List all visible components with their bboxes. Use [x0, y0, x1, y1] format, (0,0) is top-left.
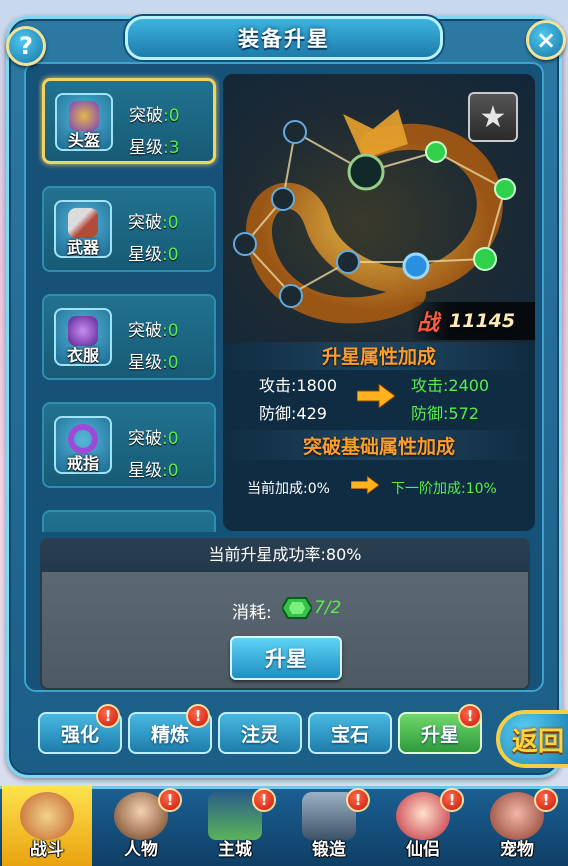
armor-icon: 衣服	[54, 308, 112, 366]
alert-badge: !	[534, 788, 558, 812]
star-bonus-title: 升星属性加成	[321, 346, 436, 368]
ring-icon: 戒指	[54, 416, 112, 474]
helmet-icon: 头盔	[55, 93, 113, 151]
tab-gem[interactable]: 宝石	[308, 712, 392, 754]
sword-icon	[20, 792, 74, 840]
battle-label: 战	[417, 311, 440, 336]
equipment-name: 衣服	[66, 346, 99, 365]
nav-forge[interactable]: 锻造 !	[284, 786, 374, 866]
current-attack: 攻击:1800	[259, 376, 338, 395]
alert-badge: !	[458, 704, 482, 728]
next-defense: 防御:572	[411, 404, 479, 423]
break-stat: 突破:0	[128, 429, 179, 449]
alert-badge: !	[186, 704, 210, 728]
star-panel: ★ 战 11145 升星属性加成 攻击:1800 防御:429 攻击:2400 …	[223, 74, 535, 531]
upgrade-star-button[interactable]: 升星	[230, 636, 342, 680]
cost-label: 消耗:	[232, 603, 272, 623]
equipment-item-helmet[interactable]: 头盔 突破:0 星级:3	[42, 78, 216, 164]
equipment-name: 武器	[66, 238, 99, 257]
next-attack: 攻击:2400	[411, 376, 490, 395]
alert-badge: !	[252, 788, 276, 812]
success-rate: 当前升星成功率:80%	[40, 538, 530, 572]
back-button[interactable]: 返回	[496, 710, 568, 768]
window-titlebar: 装备升星	[125, 16, 443, 60]
break-stat: 突破:0	[129, 106, 180, 126]
equipment-name: 戒指	[66, 454, 99, 473]
equipment-item-weapon[interactable]: 武器 突破:0 星级:0	[42, 186, 216, 272]
arrow-right-icon	[357, 384, 395, 408]
window-title: 装备升星	[238, 27, 330, 51]
upgrade-star-label: 升星	[265, 647, 307, 671]
star-stat: 星级:0	[128, 353, 179, 373]
break-stat: 突破:0	[128, 213, 179, 233]
battle-value: 11145	[449, 310, 516, 332]
break-current: 当前加成:0%	[247, 481, 330, 497]
alert-badge: !	[158, 788, 182, 812]
question-icon: ?	[19, 32, 33, 60]
alert-badge: !	[96, 704, 120, 728]
close-button[interactable]: ×	[526, 20, 566, 60]
equipment-name: 头盔	[67, 131, 100, 150]
battle-power: 战 11145	[411, 302, 535, 340]
equipment-item-ring[interactable]: 戒指 突破:0 星级:0	[42, 402, 216, 488]
alert-badge: !	[440, 788, 464, 812]
nav-main-city[interactable]: 主城 !	[190, 786, 280, 866]
cost-value: 7/2	[314, 598, 342, 618]
nav-companion[interactable]: 仙侣 !	[378, 786, 468, 866]
help-button[interactable]: ?	[6, 26, 46, 66]
nav-pet[interactable]: 宠物 !	[472, 786, 562, 866]
star-rank-button[interactable]: ★	[468, 92, 518, 142]
star-icon: ★	[479, 99, 507, 135]
equipment-item-armor[interactable]: 衣服 突破:0 星级:0	[42, 294, 216, 380]
arrow-right-icon	[351, 475, 379, 495]
alert-badge: !	[346, 788, 370, 812]
tab-infuse[interactable]: 注灵	[218, 712, 302, 754]
star-stat: 星级:0	[128, 461, 179, 481]
jade-stone-icon	[282, 597, 312, 619]
weapon-icon: 武器	[54, 200, 112, 258]
star-stat: 星级:0	[128, 245, 179, 265]
close-icon: ×	[535, 26, 557, 54]
current-defense: 防御:429	[259, 404, 327, 423]
equipment-item-partial[interactable]	[42, 510, 216, 532]
break-next: 下一阶加成:10%	[391, 481, 497, 497]
break-stat: 突破:0	[128, 321, 179, 341]
equipment-list[interactable]: 头盔 突破:0 星级:3 武器 突破:0 星级:0 衣服 突破:0 星级:0 戒…	[38, 72, 220, 532]
star-stat: 星级:3	[129, 138, 180, 158]
nav-battle[interactable]: 战斗	[2, 786, 92, 866]
break-bonus-title: 突破基础属性加成	[302, 436, 455, 458]
nav-character[interactable]: 人物 !	[96, 786, 186, 866]
